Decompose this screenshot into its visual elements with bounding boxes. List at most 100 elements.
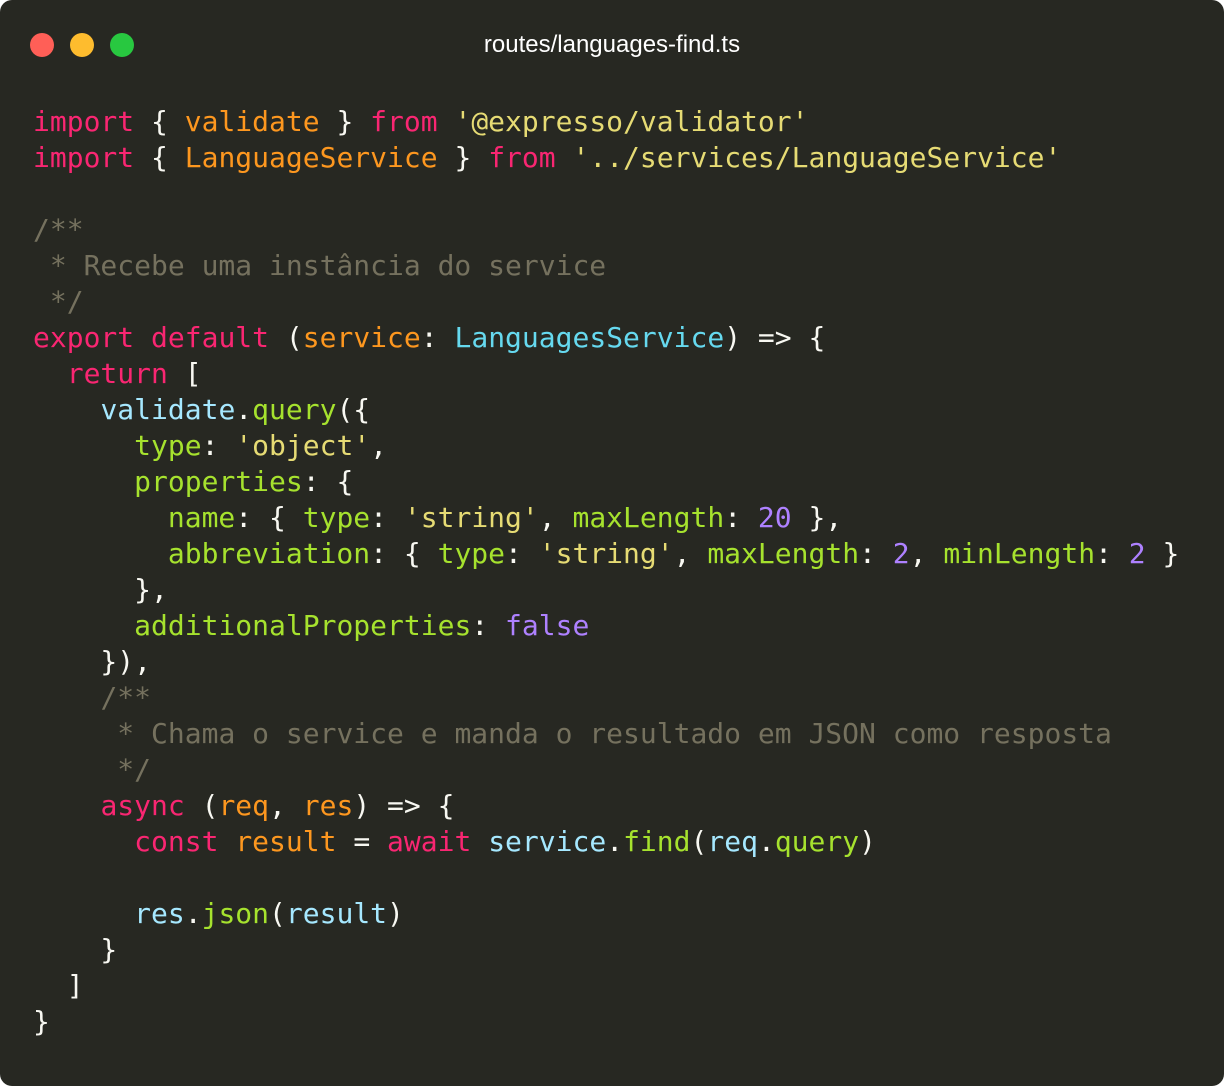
code-token-plain: , — [538, 501, 573, 534]
window-title: routes/languages-find.ts — [483, 31, 741, 58]
code-line: additionalProperties: false — [33, 608, 1179, 644]
code-token-number: 2 — [1128, 537, 1146, 570]
code-token-plain: : — [201, 429, 236, 462]
code-token-plain: { — [134, 105, 185, 138]
code-line: }, — [33, 572, 1179, 608]
code-line: abbreviation: { type: 'string', maxLengt… — [33, 536, 1180, 572]
code-token-plain: : — [859, 537, 893, 570]
code-token-prop: maxLength — [572, 501, 725, 534]
code-line: * Recebe uma instância do service — [33, 248, 1179, 284]
code-line: properties: { — [33, 464, 1179, 500]
code-token-ident: service — [302, 321, 421, 354]
code-token-plain: } — [33, 1005, 50, 1038]
code-token-plain: ] — [33, 969, 84, 1002]
code-token-ident: result — [235, 825, 337, 858]
code-token-prop: additionalProperties — [134, 609, 472, 642]
code-token-plain: ( — [184, 789, 219, 822]
code-token-ident: req — [218, 789, 270, 822]
code-token-plain: ) — [387, 897, 404, 930]
code-token-var: service — [488, 825, 607, 858]
code-token-var: req — [707, 825, 758, 858]
code-token-prop: maxLength — [707, 537, 860, 570]
code-token-keyword: import — [33, 141, 135, 174]
code-line: */ — [33, 752, 1179, 788]
code-token-plain: ( — [269, 897, 286, 930]
code-line: * Chama o service e manda o resultado em… — [33, 716, 1179, 752]
code-token-var: validate — [100, 393, 236, 426]
code-token-comment: * Recebe uma instância do service — [33, 249, 607, 282]
code-token-func: query — [774, 825, 860, 858]
code-line: /** — [33, 212, 1179, 248]
code-token-plain: }), — [33, 645, 152, 678]
code-token-plain: , — [370, 429, 388, 462]
code-token-plain: . — [184, 897, 202, 930]
code-token-plain: . — [606, 825, 624, 858]
code-token-prop: properties — [134, 465, 303, 498]
code-token-var: res — [134, 897, 185, 930]
code-token-prop: type — [437, 537, 506, 570]
code-line: return [ — [33, 356, 1179, 392]
code-line: /** — [33, 680, 1179, 716]
code-token-keyword: await — [387, 825, 472, 858]
code-token-prop: type — [134, 429, 202, 462]
code-line: const result = await service.find(req.qu… — [33, 824, 1179, 860]
code-token-plain: ) => { — [353, 789, 455, 822]
code-token-plain: , — [909, 537, 944, 570]
code-token-prop: minLength — [943, 537, 1096, 570]
code-token-plain: [ — [167, 357, 202, 390]
code-token-plain: : — [471, 609, 506, 642]
code-line: name: { type: 'string', maxLength: 20 }, — [33, 500, 1179, 536]
code-token-prop: type — [302, 501, 371, 534]
code-token-plain: : { — [370, 537, 438, 570]
title-bar: routes/languages-find.ts — [0, 0, 1224, 88]
code-token-keyword: async — [100, 789, 185, 822]
code-token-keyword: export — [33, 321, 135, 354]
code-line: */ — [33, 284, 1179, 320]
code-token-func: query — [252, 393, 337, 426]
code-line: res.json(result) — [33, 896, 1179, 932]
code-line: } — [33, 1004, 1179, 1040]
code-token-var: result — [285, 897, 388, 930]
code-token-prop: name — [167, 501, 236, 534]
code-token-plain: ) => { — [724, 321, 826, 354]
code-token-ident: validate — [184, 105, 320, 138]
code-line: async (req, res) => { — [33, 788, 1179, 824]
code-token-plain: ({ — [336, 393, 371, 426]
code-token-keyword: return — [66, 357, 168, 390]
code-editor[interactable]: import { validate } from '@expresso/vali… — [33, 104, 1179, 1040]
code-token-plain: ( — [690, 825, 708, 858]
code-token-comment: */ — [33, 285, 84, 318]
code-token-plain: : — [724, 501, 758, 534]
code-token-plain: } — [319, 105, 371, 138]
code-token-keyword: import — [33, 105, 135, 138]
code-token-string: '../services/LanguageService' — [572, 141, 1062, 174]
code-token-plain: : — [505, 537, 539, 570]
code-line: validate.query({ — [33, 392, 1179, 428]
code-token-plain: } — [437, 141, 489, 174]
code-token-plain: : — [370, 501, 404, 534]
code-token-plain: = — [336, 825, 388, 858]
code-token-ident: LanguageService — [184, 141, 438, 174]
code-line: } — [33, 932, 1179, 968]
code-token-ident: res — [302, 789, 354, 822]
code-line: import { validate } from '@expresso/vali… — [33, 104, 1179, 140]
code-token-plain: : { — [302, 465, 354, 498]
code-token-plain: . — [757, 825, 775, 858]
code-token-string: 'string' — [403, 501, 539, 534]
code-token-plain: }, — [33, 573, 168, 606]
code-token-plain: . — [235, 393, 253, 426]
code-token-comment: /** — [100, 681, 152, 714]
code-token-string: '@expresso/validator' — [454, 105, 809, 138]
